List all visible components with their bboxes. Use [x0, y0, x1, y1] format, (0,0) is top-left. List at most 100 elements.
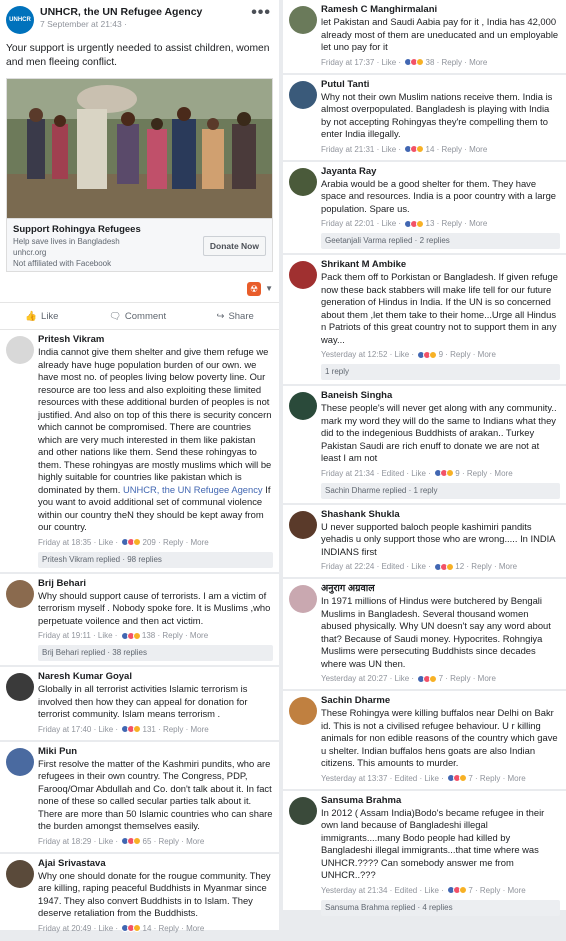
reactions-row: ☢ ▼	[0, 272, 279, 302]
avatar[interactable]	[6, 747, 34, 776]
commenter-name[interactable]: Jayanta Ray	[321, 166, 560, 178]
reaction-icons[interactable]	[417, 674, 438, 683]
comment-text: let Pakistan and Saudi Aabia pay for it …	[321, 16, 559, 52]
comment: Naresh Kumar Goyal Globally in all terror…	[0, 667, 279, 742]
commenter-name[interactable]: Sachin Dharme	[321, 695, 560, 707]
commenter-name[interactable]: Baneish Singha	[321, 390, 560, 402]
share-icon: ↪	[216, 310, 225, 322]
view-replies[interactable]: Brij Behari replied · 38 replies	[38, 645, 273, 661]
commenter-name[interactable]: Miki Pun	[38, 746, 273, 758]
post-image[interactable]	[6, 78, 273, 218]
reaction-icons[interactable]	[434, 562, 455, 571]
commenter-name[interactable]: Putul Tanti	[321, 79, 560, 91]
reaction-icons[interactable]	[447, 774, 468, 783]
commenter-name[interactable]: Brij Behari	[38, 578, 273, 590]
reaction-icons[interactable]	[404, 145, 425, 154]
comment-column-right: Ramesh C Manghirmalani let Pakistan and S…	[283, 0, 566, 922]
comment-icon: 🗨	[108, 310, 121, 322]
page-name[interactable]: UNHCR, the UN Refugee Agency	[40, 6, 271, 18]
chevron-down-icon[interactable]: ▼	[265, 284, 273, 293]
comment-meta: Yesterday at 13:37 · Edited · Like · 7 ·…	[321, 773, 526, 783]
comment: Ramesh C Manghirmalani let Pakistan and S…	[283, 0, 566, 75]
avatar[interactable]	[6, 336, 34, 364]
donate-button[interactable]: Donate Now	[202, 236, 266, 256]
comment: Jayanta Ray Arabia would be a good shelte…	[283, 162, 566, 255]
page-avatar-icon[interactable]: ☢	[247, 282, 261, 296]
comment: Sachin Dharme These Rohingya were killing…	[283, 691, 566, 791]
comment-meta: Friday at 18:35 · Like · 209 · Reply · M…	[38, 537, 209, 547]
avatar[interactable]	[289, 167, 317, 196]
avatar[interactable]	[289, 261, 317, 289]
comment-text: India cannot give them shelter and give …	[38, 346, 272, 532]
avatar[interactable]	[6, 859, 34, 888]
comment-text: U never supported baloch people kashimir…	[321, 520, 555, 557]
comment: Miki Pun First resolve the matter of the …	[0, 742, 279, 854]
commenter-name[interactable]: अनुराग अग्रवाल	[321, 583, 560, 595]
comment: Shrikant M Ambike Pack them off to Porkis…	[283, 255, 566, 386]
thumbs-up-icon: 👍	[25, 310, 38, 322]
post-actions: 👍 Like 🗨 Comment ↪ Share	[0, 302, 279, 330]
cta-note: Not affiliated with Facebook	[13, 259, 112, 268]
commenter-name[interactable]: Shrikant M Ambike	[321, 259, 560, 271]
reaction-icons[interactable]	[447, 886, 468, 895]
commenter-name[interactable]: Naresh Kumar Goyal	[38, 671, 273, 683]
page-mention-link[interactable]: UNHCR, the UN Refugee Agency	[123, 484, 263, 495]
comment-list-left: Pritesh Vikram India cannot give them she…	[0, 330, 279, 941]
avatar[interactable]	[289, 510, 317, 539]
reaction-icons[interactable]	[404, 58, 425, 67]
comment-meta: Friday at 18:29 · Like · 65 · Reply · Mo…	[38, 836, 205, 846]
commenter-name[interactable]: Shashank Shukla	[321, 509, 560, 521]
comment-meta: Friday at 22:01 · Like · 13 · Reply · Mo…	[321, 219, 488, 228]
comment-text: Globally in all terrorist activities Isl…	[38, 683, 248, 719]
comment-meta: Friday at 17:37 · Like · 38 · Reply · Mo…	[321, 57, 488, 67]
unhcr-logo[interactable]: UNHCR	[6, 6, 34, 34]
reaction-icons[interactable]	[434, 469, 455, 478]
commenter-name[interactable]: Pritesh Vikram	[38, 334, 273, 346]
avatar[interactable]	[289, 796, 317, 825]
avatar[interactable]	[289, 6, 317, 34]
comment-label: Comment	[124, 310, 167, 322]
comment-meta: Friday at 21:31 · Like · 14 · Reply · Mo…	[321, 144, 488, 154]
cta-title[interactable]: Support Rohingya Refugees	[13, 224, 272, 236]
post-text: Your support is urgently needed to assis…	[6, 43, 270, 68]
commenter-name[interactable]: Ajai Srivastava	[38, 858, 273, 870]
post-header: UNHCR UNHCR, the UN Refugee Agency 7 Sep…	[0, 0, 279, 40]
view-replies[interactable]: 1 reply	[321, 364, 560, 380]
avatar[interactable]	[289, 80, 317, 109]
comment-meta: Friday at 21:34 · Edited · Like · 9 · Re…	[321, 468, 513, 478]
comment-text: In 2012 ( Assam India)Bodo's became refu…	[321, 806, 545, 881]
more-options-icon[interactable]: •••	[251, 4, 271, 22]
comment: Pritesh Vikram India cannot give them she…	[0, 330, 279, 574]
reaction-icons[interactable]	[120, 631, 141, 640]
share-label: Share	[228, 310, 254, 322]
reaction-icons[interactable]	[121, 725, 142, 734]
avatar[interactable]	[6, 579, 34, 608]
comment-text: First resolve the matter of the Kashmiri…	[38, 757, 273, 832]
reaction-icons[interactable]	[121, 538, 142, 547]
avatar[interactable]	[289, 392, 317, 420]
view-replies[interactable]: Sansuma Brahma replied · 4 replies	[321, 899, 560, 916]
reaction-icons[interactable]	[121, 837, 142, 846]
reaction-icons[interactable]	[417, 350, 438, 359]
comment: Brij Behari Why should support cause of t…	[0, 574, 279, 667]
commenter-name[interactable]: Sansuma Brahma	[321, 795, 560, 807]
view-replies[interactable]: Pritesh Vikram replied · 98 replies	[38, 551, 273, 568]
reaction-icons[interactable]	[404, 219, 425, 228]
commenter-name[interactable]: Ramesh C Manghirmalani	[321, 4, 560, 16]
post-timestamp[interactable]: 7 September at 21:43 ·	[40, 18, 271, 30]
avatar[interactable]	[289, 585, 317, 613]
avatar[interactable]	[289, 697, 317, 725]
comment-meta: Friday at 19:11 · Like · 138 · Reply · M…	[38, 631, 209, 640]
avatar[interactable]	[6, 673, 34, 701]
comment-action[interactable]: 🗨 Comment	[109, 311, 166, 322]
reaction-icons[interactable]	[121, 924, 142, 933]
like-action[interactable]: 👍 Like	[25, 311, 58, 322]
comment: Ajai Srivastava Why one should donate for…	[0, 854, 279, 941]
comment: Shashank Shukla U never supported baloch …	[283, 505, 566, 579]
view-replies[interactable]: Sachin Dharme replied · 1 reply	[321, 482, 560, 499]
comment-list-right: Ramesh C Manghirmalani let Pakistan and S…	[283, 0, 566, 922]
comment: Sansuma Brahma In 2012 ( Assam India)Bodo…	[283, 791, 566, 922]
view-replies[interactable]: Geetanjali Varma replied · 2 replies	[321, 233, 560, 249]
cta-box[interactable]: Support Rohingya Refugees Help save live…	[6, 218, 273, 272]
share-action[interactable]: ↪ Share	[216, 311, 253, 322]
